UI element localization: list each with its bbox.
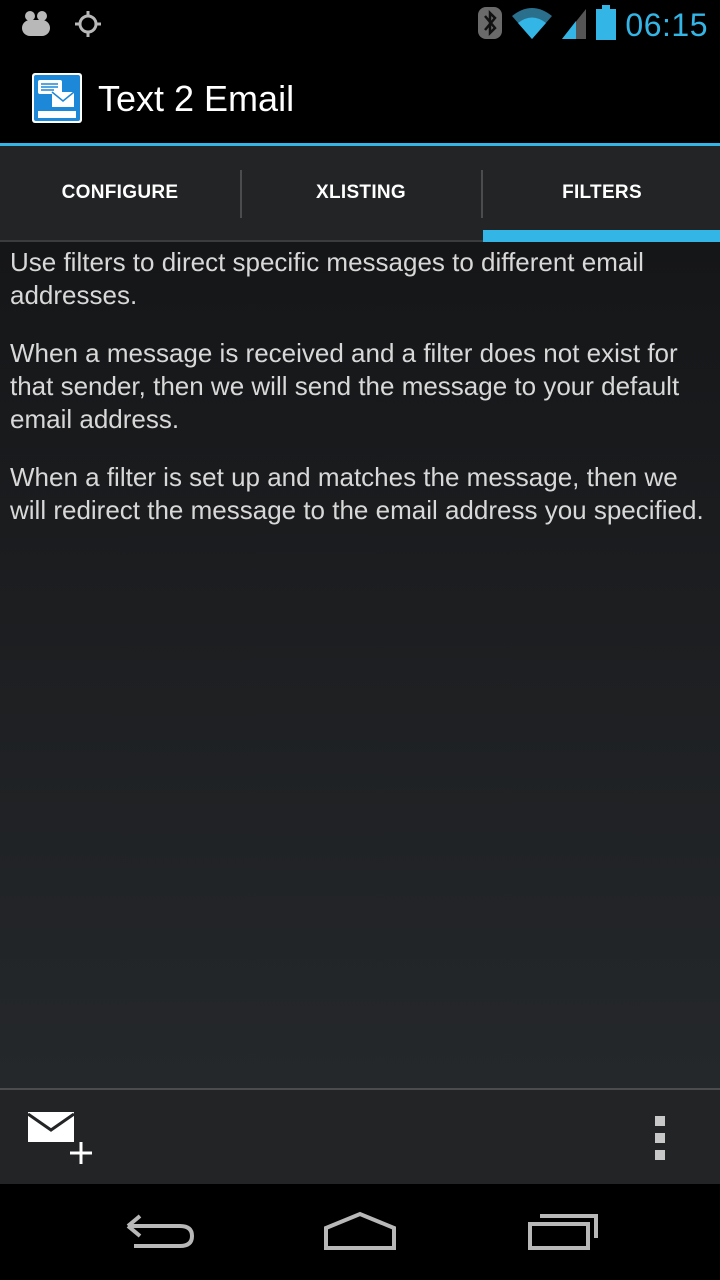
tab-bar: CONFIGURE XLISTING FILTERS xyxy=(0,146,720,242)
filters-description-paragraph: When a message is received and a filter … xyxy=(10,338,680,434)
tab-label: FILTERS xyxy=(562,182,642,203)
notification-icon xyxy=(20,8,52,45)
back-icon[interactable] xyxy=(124,1208,196,1261)
bottom-action-bar xyxy=(0,1088,720,1184)
app-title: Text 2 Email xyxy=(98,78,295,119)
tab-label: CONFIGURE xyxy=(61,182,179,203)
tab-xlisting[interactable]: XLISTING xyxy=(241,146,481,240)
signal-icon xyxy=(561,6,587,45)
recents-icon[interactable] xyxy=(526,1208,600,1261)
filters-description-paragraph: When a filter is set up and matches the … xyxy=(10,462,704,525)
status-bar: 06:15 xyxy=(0,0,720,50)
home-icon[interactable] xyxy=(322,1208,398,1261)
filters-content[interactable]: Use filters to direct specific messages … xyxy=(0,242,720,1088)
clock: 06:15 xyxy=(625,6,708,43)
battery-icon xyxy=(595,4,617,46)
wifi-icon xyxy=(511,6,553,45)
filters-description-paragraph: Use filters to direct specific messages … xyxy=(10,247,644,310)
tab-filters[interactable]: FILTERS xyxy=(482,146,720,240)
selected-tab-indicator xyxy=(483,230,720,242)
bluetooth-icon xyxy=(477,6,503,45)
overflow-menu-icon[interactable] xyxy=(650,1116,670,1160)
text2email-app-icon[interactable] xyxy=(32,73,82,123)
gps-icon xyxy=(74,10,102,43)
tab-label: XLISTING xyxy=(315,182,406,203)
navigation-bar xyxy=(0,1184,720,1280)
action-bar: Text 2 Email xyxy=(0,50,720,143)
add-email-icon[interactable] xyxy=(26,1108,96,1168)
tab-configure[interactable]: CONFIGURE xyxy=(0,146,240,240)
